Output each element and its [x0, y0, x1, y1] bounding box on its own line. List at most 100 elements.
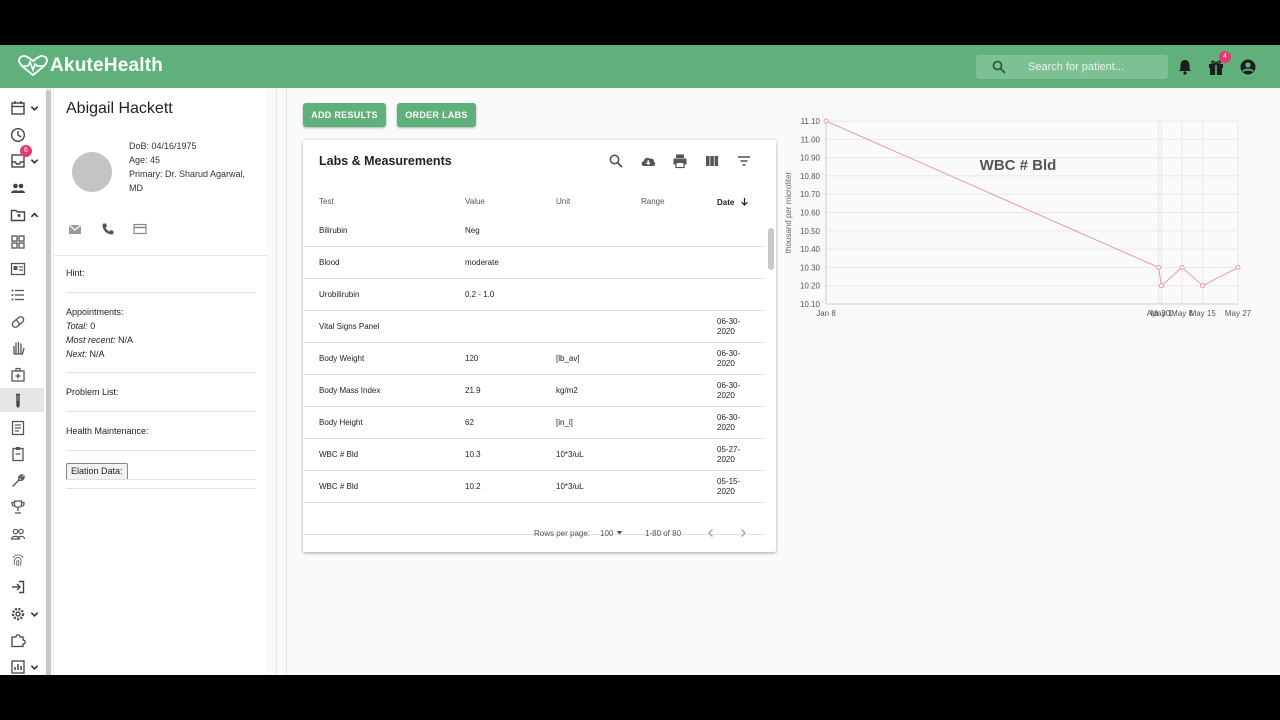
cell-value	[465, 311, 550, 342]
patient-search[interactable]: Search for patient...	[976, 55, 1168, 79]
patient-name: Abigail Hackett	[66, 100, 173, 117]
credit-card-icon[interactable]	[133, 222, 147, 236]
account-icon[interactable]	[1239, 58, 1257, 76]
search-input[interactable]: Search for patient...	[1028, 61, 1124, 73]
column-header-value[interactable]: Value	[465, 197, 485, 206]
caret-down-icon	[616, 531, 623, 535]
group-icon[interactable]	[10, 526, 26, 542]
cell-unit	[556, 215, 636, 246]
cell-date	[717, 247, 751, 278]
wrench-icon[interactable]	[10, 473, 26, 489]
table-row[interactable]: WBC # Bld 10.2 10*3/uL 05-15-2020	[303, 471, 765, 503]
column-header-test[interactable]: Test	[319, 197, 334, 206]
view-columns-icon[interactable]	[704, 153, 720, 169]
x-tick-label: May 27	[1225, 309, 1252, 318]
cloud-download-icon[interactable]	[640, 153, 656, 169]
medical-bag-icon[interactable]	[10, 367, 26, 383]
table-row[interactable]: Urobilirubin 0.2 - 1.0	[303, 279, 765, 311]
column-header-range[interactable]: Range	[641, 197, 665, 206]
email-icon[interactable]	[68, 222, 82, 236]
cell-test: Blood	[319, 257, 340, 267]
data-point	[1200, 283, 1206, 289]
list-icon[interactable]	[10, 287, 26, 303]
y-tick-label: 10.90	[800, 154, 821, 163]
appointments-total: Total: 0	[66, 321, 95, 331]
next-value: N/A	[89, 349, 105, 359]
chevron-right-icon[interactable]	[738, 528, 748, 538]
y-tick-label: 10.70	[800, 190, 821, 199]
avatar	[72, 152, 112, 192]
test-tube-icon[interactable]	[10, 393, 26, 409]
series-line	[825, 120, 1239, 287]
cell-unit: 10*3/uL	[556, 449, 584, 459]
order-labs-button[interactable]: ORDER LABS	[397, 103, 476, 127]
filter-icon[interactable]	[736, 153, 752, 169]
people-icon[interactable]	[10, 180, 26, 196]
table-row[interactable]: Vital Signs Panel 06-30-2020	[303, 311, 765, 343]
rail-inbox[interactable]: 6	[10, 145, 32, 169]
column-header-unit[interactable]: Unit	[556, 197, 570, 206]
total-value: 0	[90, 321, 96, 331]
brand-logo[interactable]: AkuteHealth	[18, 55, 163, 77]
fingerprint-icon[interactable]	[10, 552, 26, 568]
top-bar: AkuteHealth Search for patient... 4	[0, 45, 1280, 88]
pagination-range: 1-80 of 80	[645, 529, 682, 538]
cell-value: 10.3	[465, 449, 481, 459]
id-card-icon[interactable]	[10, 261, 26, 277]
phone-icon[interactable]	[101, 222, 115, 236]
add-results-button[interactable]: ADD RESULTS	[303, 103, 386, 127]
cell-value: 21.9	[465, 385, 481, 395]
calendar-icon[interactable]	[10, 100, 26, 116]
pill-icon[interactable]	[10, 314, 26, 330]
dashboard-icon[interactable]	[10, 234, 26, 250]
table-row[interactable]: Blood moderate	[303, 247, 765, 279]
total-label: Total:	[66, 321, 88, 331]
table-row[interactable]: Body Weight 120 [lb_av] 06-30-2020	[303, 343, 765, 375]
cell-range	[641, 247, 711, 278]
rail-scrollbar[interactable]	[46, 88, 51, 675]
panel-divider[interactable]	[276, 88, 287, 675]
search-icon[interactable]	[608, 153, 624, 169]
x-tick-label: May 1	[1151, 309, 1173, 318]
table-row[interactable]: WBC # Bld 10.3 10*3/uL 05-27-2020	[303, 439, 765, 471]
table-scroll-thumb[interactable]	[768, 228, 774, 270]
elation-data-button[interactable]: Elation Data:	[66, 463, 128, 480]
column-header-date[interactable]: Date	[717, 197, 749, 207]
table-row[interactable]: Body Mass Index 21.9 kg/m2 06-30-2020	[303, 375, 765, 407]
chevron-down-icon[interactable]	[30, 157, 39, 166]
chevron-left-icon[interactable]	[706, 528, 716, 538]
next-label: Next:	[66, 349, 88, 359]
puzzle-icon[interactable]	[10, 632, 26, 648]
cell-unit: [lb_av]	[556, 353, 580, 363]
print-icon[interactable]	[672, 153, 688, 169]
y-tick-label: 10.30	[800, 263, 821, 272]
cell-value: 0.2 - 1.0	[465, 289, 495, 299]
data-point	[1158, 283, 1164, 289]
labs-title: Labs & Measurements	[319, 154, 452, 168]
bell-icon[interactable]	[1176, 58, 1194, 76]
cell-test: Urobilirubin	[319, 289, 360, 299]
cell-test: Body Height	[319, 417, 363, 427]
document-icon[interactable]	[10, 420, 26, 436]
chevron-down-icon[interactable]	[30, 610, 39, 619]
clipboard-icon[interactable]	[10, 446, 26, 462]
settings-icon[interactable]	[10, 606, 26, 622]
folder-account-icon[interactable]	[10, 207, 26, 223]
login-icon[interactable]	[10, 579, 26, 595]
table-row[interactable]: Body Height 62 [in_i] 06-30-2020	[303, 407, 765, 439]
bar-chart-icon[interactable]	[10, 659, 26, 675]
rail-scroll-thumb[interactable]	[46, 90, 51, 675]
cell-value: 120	[465, 353, 479, 363]
table-row[interactable]: Bilirubin Neg	[303, 215, 765, 247]
hand-icon[interactable]	[10, 340, 26, 356]
chevron-down-icon[interactable]	[30, 104, 39, 113]
cell-date: 06-30-2020	[717, 412, 741, 432]
rows-per-page-select[interactable]: 100	[600, 529, 623, 538]
appointments-label: Appointments:	[66, 307, 124, 317]
clock-icon[interactable]	[10, 127, 26, 143]
chevron-up-icon[interactable]	[30, 211, 39, 220]
cell-unit	[556, 311, 636, 342]
chevron-down-icon[interactable]	[30, 663, 39, 672]
gift-button[interactable]: 4	[1207, 51, 1231, 76]
trophy-icon[interactable]	[10, 499, 26, 515]
